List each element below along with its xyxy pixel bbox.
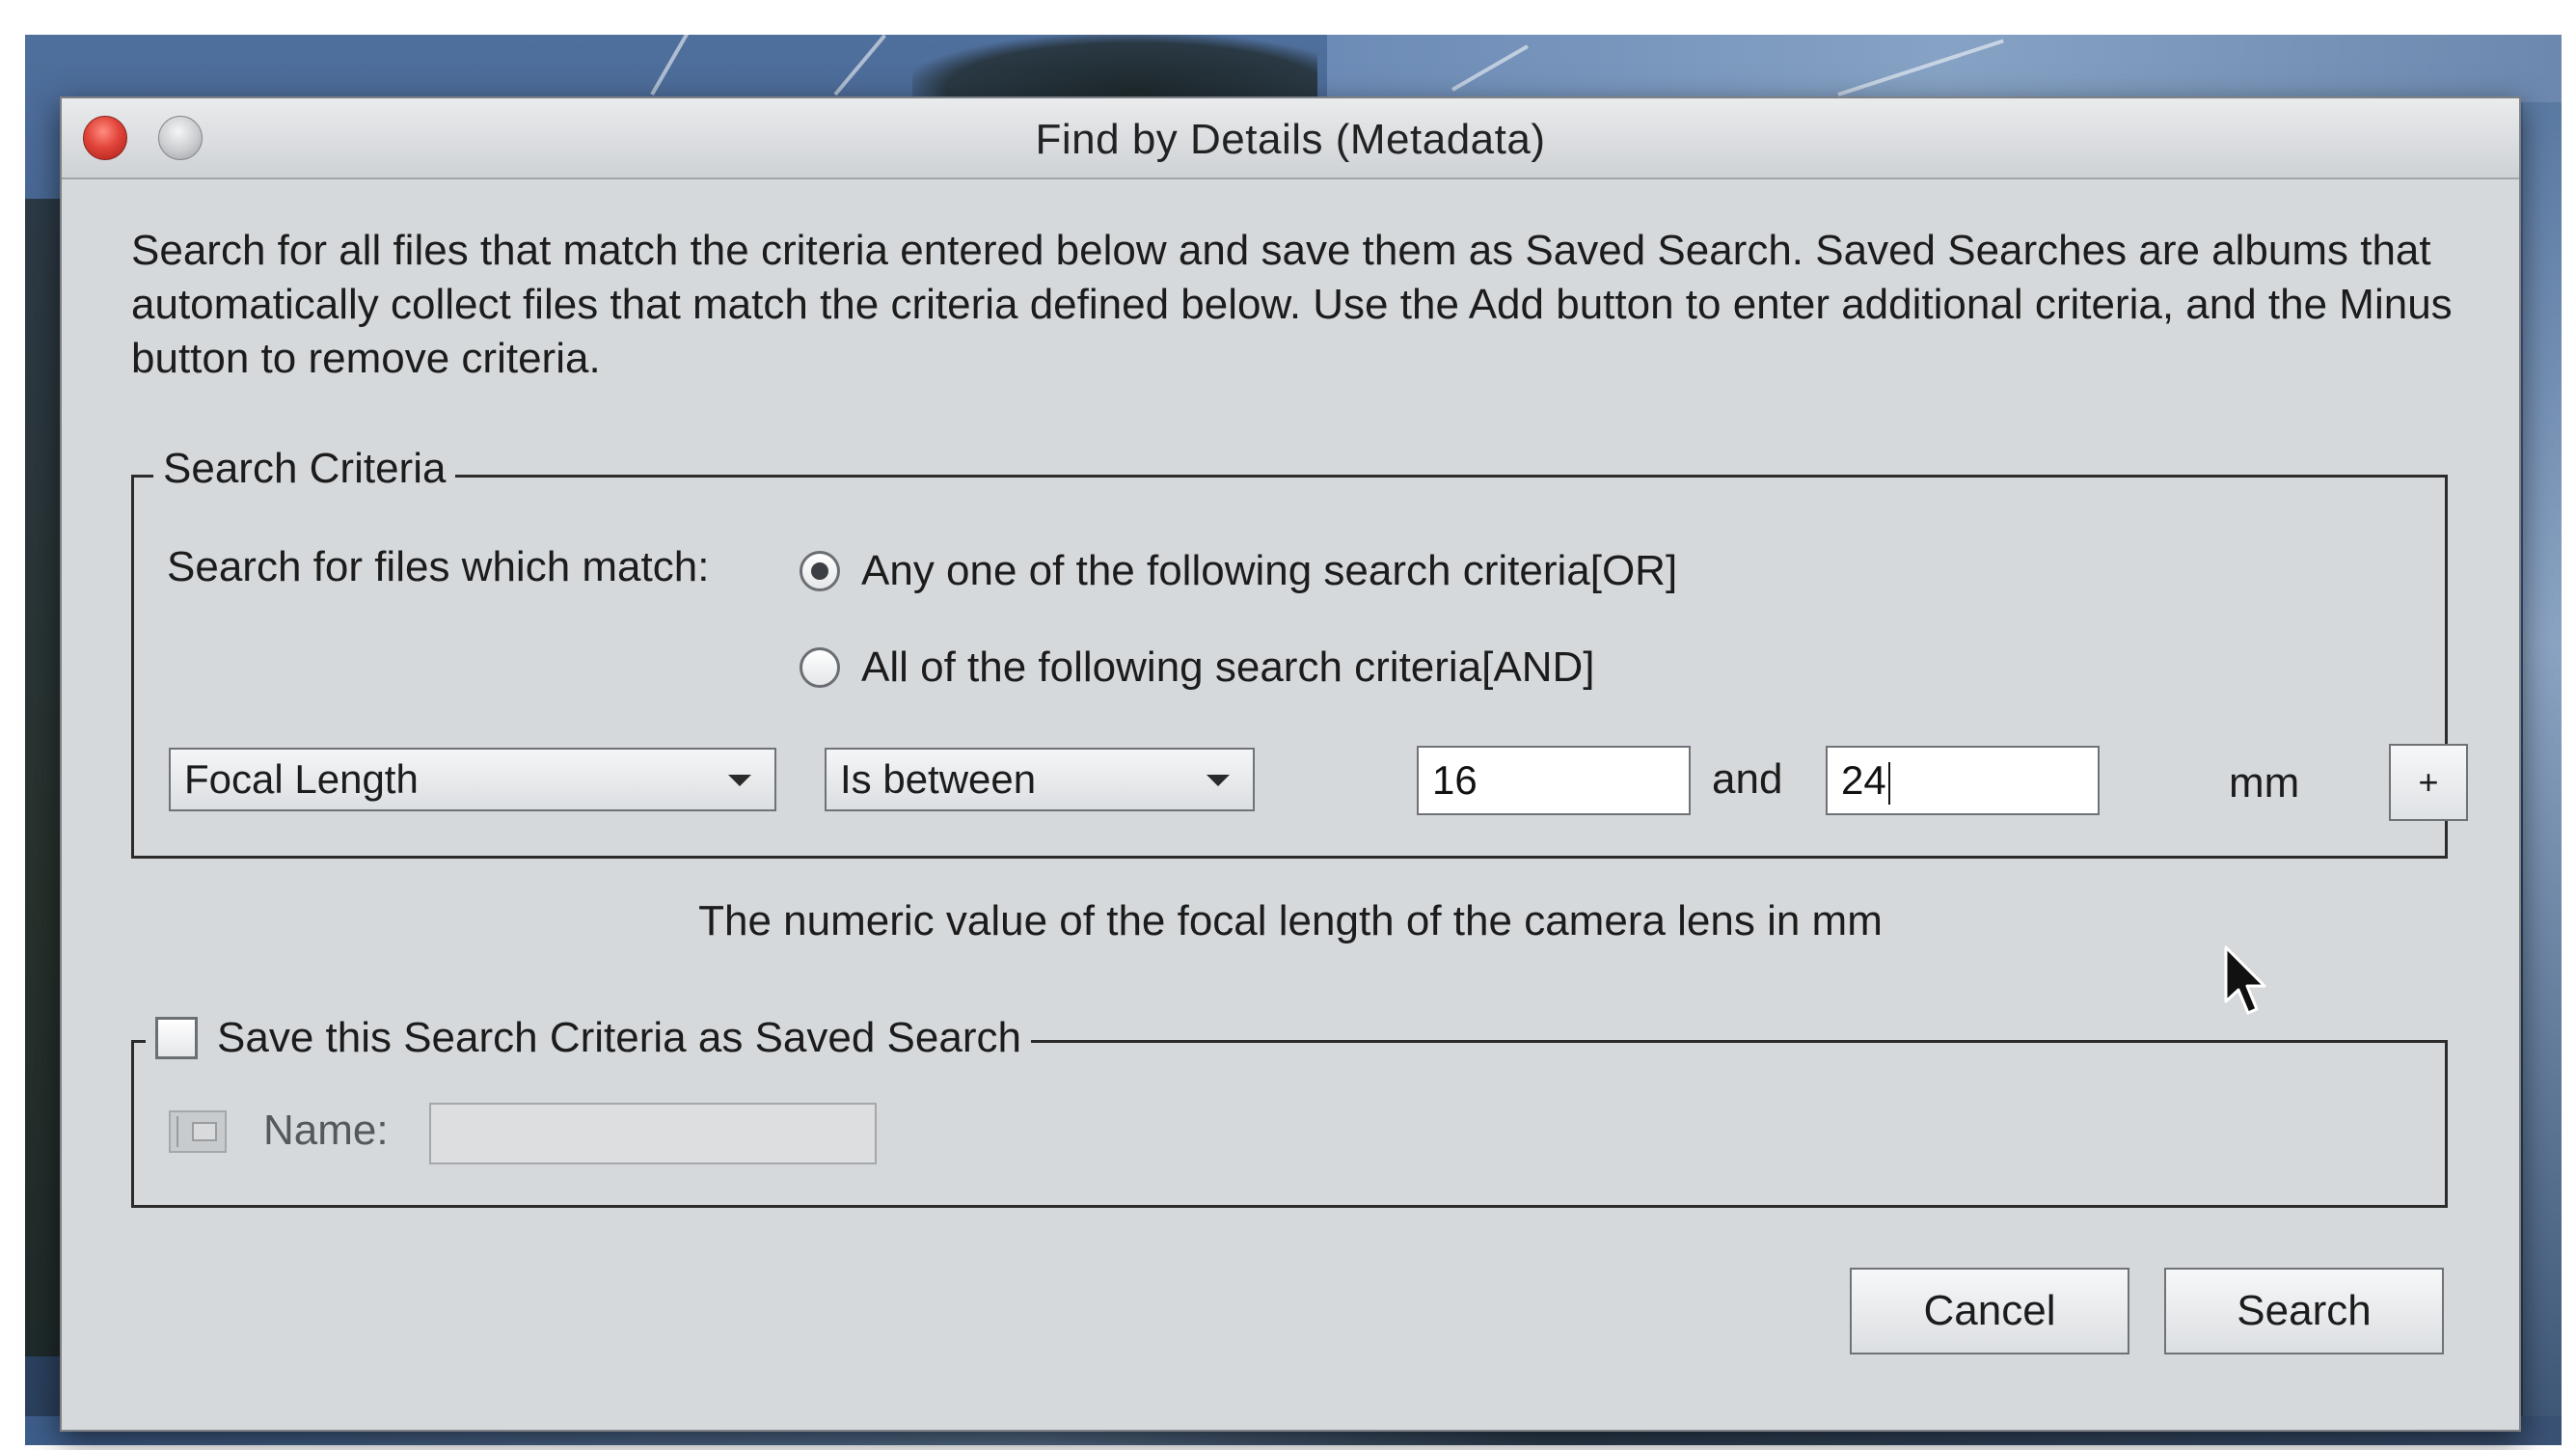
cancel-button[interactable]: Cancel bbox=[1850, 1268, 2129, 1354]
title-bar: Find by Details (Metadata) bbox=[62, 98, 2519, 179]
tree-silhouette-left bbox=[25, 199, 64, 1356]
search-button[interactable]: Search bbox=[2164, 1268, 2444, 1354]
radio-selected-icon[interactable] bbox=[800, 551, 840, 591]
radio-unselected-icon[interactable] bbox=[800, 647, 840, 688]
operator-select-value: Is between bbox=[840, 756, 1037, 802]
range-from-value: 16 bbox=[1432, 757, 1478, 803]
contrail bbox=[833, 35, 886, 96]
name-label: Name: bbox=[263, 1107, 389, 1154]
sky-highlight bbox=[1327, 35, 2562, 102]
name-input[interactable] bbox=[429, 1103, 877, 1164]
range-to-value: 24 bbox=[1841, 757, 1886, 803]
and-label: and bbox=[1712, 755, 1783, 803]
search-criteria-legend: Search Criteria bbox=[153, 445, 456, 493]
match-any-label: Any one of the following search criteria… bbox=[861, 547, 1678, 594]
find-by-details-dialog: Find by Details (Metadata) Search for al… bbox=[60, 96, 2521, 1432]
operator-select[interactable]: Is between bbox=[825, 748, 1255, 811]
match-all-option[interactable]: All of the following search criteria[AND… bbox=[800, 643, 1595, 692]
chevron-down-icon bbox=[728, 775, 751, 786]
window-title: Find by Details (Metadata) bbox=[1035, 116, 1546, 163]
add-criteria-button[interactable]: + bbox=[2389, 744, 2468, 821]
save-search-label[interactable]: Save this Search Criteria as Saved Searc… bbox=[217, 1014, 1021, 1062]
contrail bbox=[650, 35, 697, 96]
range-to-input[interactable]: 24 bbox=[1826, 746, 2100, 815]
unit-label: mm bbox=[2229, 759, 2300, 807]
mouse-pointer-icon bbox=[2224, 945, 2266, 1015]
match-all-label: All of the following search criteria[AND… bbox=[861, 643, 1595, 691]
match-label: Search for files which match: bbox=[167, 543, 710, 590]
sky-edge bbox=[2523, 102, 2562, 1445]
field-select[interactable]: Focal Length bbox=[169, 748, 776, 811]
saved-search-group: Save this Search Criteria as Saved Searc… bbox=[131, 1014, 2448, 1208]
intro-text: Search for all files that match the crit… bbox=[131, 227, 2453, 382]
search-criteria-group: Search Criteria Search for files which m… bbox=[131, 445, 2468, 859]
save-search-checkbox[interactable] bbox=[155, 1017, 198, 1059]
tree-silhouette bbox=[912, 35, 1317, 102]
album-icon bbox=[169, 1110, 227, 1153]
field-description: The numeric value of the focal length of… bbox=[698, 897, 1883, 944]
range-from-input[interactable]: 16 bbox=[1417, 746, 1691, 815]
saved-search-legend: Save this Search Criteria as Saved Searc… bbox=[146, 1014, 1031, 1062]
match-any-option[interactable]: Any one of the following search criteria… bbox=[800, 547, 1677, 595]
text-caret bbox=[1887, 761, 1890, 805]
field-select-value: Focal Length bbox=[184, 756, 419, 802]
chevron-down-icon bbox=[1207, 775, 1230, 786]
